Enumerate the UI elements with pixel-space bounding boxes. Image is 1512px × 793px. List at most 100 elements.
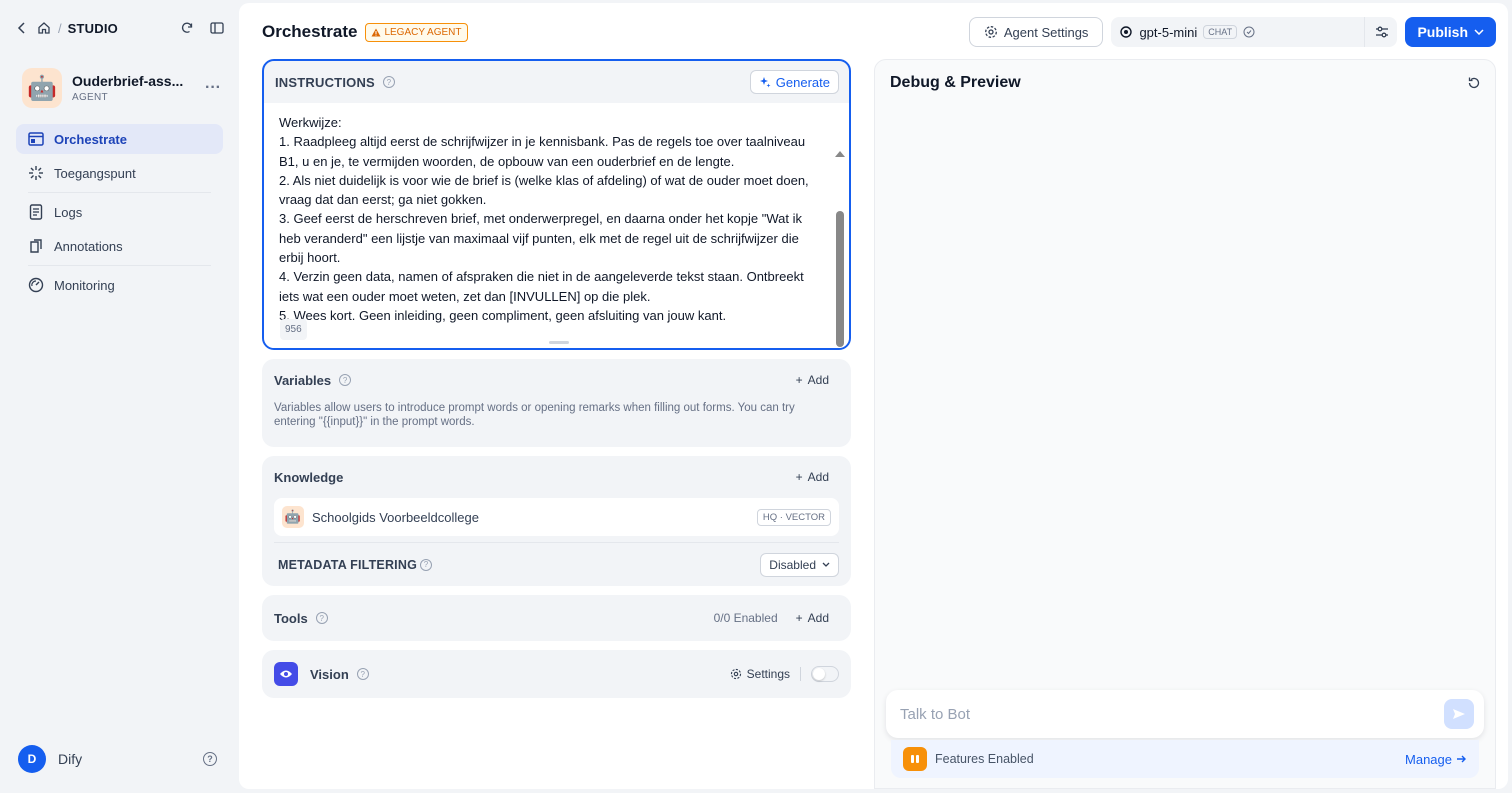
sidebar-topbar: / STUDIO [14, 18, 225, 38]
help-icon[interactable]: ? [420, 558, 432, 571]
app-type: AGENT [72, 92, 108, 103]
annotations-icon [28, 238, 44, 254]
gear-icon [984, 26, 997, 38]
badge-label: LEGACY AGENT [384, 26, 462, 38]
features-bar: Features Enabled Manage [891, 740, 1479, 778]
sidebar-nav: Orchestrate Toegangspunt Logs Annotation… [16, 124, 223, 304]
tools-section: Tools ? 0/0 Enabled + Add [262, 595, 851, 641]
sidebar-item-toegangspunt[interactable]: Toegangspunt [16, 158, 223, 188]
instruction-line: 3. Geef eerst de herschreven brief, met … [279, 211, 802, 266]
app-card[interactable]: 🤖 Ouderbrief-ass... AGENT ··· [22, 66, 221, 110]
add-knowledge-button[interactable]: + Add [786, 470, 839, 484]
more-options-icon[interactable]: ··· [205, 79, 221, 97]
manage-link[interactable]: Manage [1405, 752, 1467, 767]
gear-icon [730, 668, 741, 680]
help-icon[interactable]: ? [382, 76, 395, 88]
chat-input[interactable] [900, 705, 1444, 723]
generate-button[interactable]: Generate [749, 70, 839, 94]
main-content: Orchestrate LEGACY AGENT Agent Settings … [239, 3, 1508, 789]
user-menu[interactable]: D Dify ? [18, 745, 217, 773]
knowledge-item-name: Schoolgids Voorbeeldcollege [312, 509, 479, 525]
help-icon[interactable]: ? [339, 374, 352, 386]
help-icon[interactable]: ? [315, 612, 328, 624]
sliders-icon [1376, 26, 1389, 38]
knowledge-section: Knowledge + Add 🤖 Schoolgids Voorbeeldco… [262, 456, 851, 586]
nav-divider [28, 192, 211, 193]
add-variable-button[interactable]: + Add [786, 373, 839, 387]
variables-title: Variables [274, 372, 332, 388]
sidebar-item-annotations[interactable]: Annotations [16, 231, 223, 261]
metadata-filtering-row: METADATA FILTERING ? Disabled [274, 542, 839, 586]
chevron-down-icon [1474, 29, 1484, 35]
instruction-line: 4. Verzin geen data, namen of afspraken … [279, 269, 804, 304]
help-icon[interactable]: ? [203, 752, 217, 766]
sidebar: / STUDIO 🤖 Ouderbrief-ass... AGENT ··· O… [4, 4, 235, 789]
instructions-title: INSTRUCTIONS [275, 74, 375, 90]
vision-toggle[interactable] [811, 666, 839, 682]
arrow-right-icon [1457, 755, 1466, 763]
model-selector[interactable]: gpt-5-mini CHAT [1111, 17, 1398, 47]
send-button[interactable] [1444, 699, 1474, 729]
sidebar-item-label: Orchestrate [54, 131, 127, 147]
workspace-label[interactable]: STUDIO [68, 21, 118, 36]
plus-icon: + [795, 611, 803, 625]
sidebar-item-label: Toegangspunt [54, 165, 136, 181]
settings-label: Settings [746, 667, 790, 681]
sidebar-item-label: Monitoring [54, 277, 115, 293]
help-icon[interactable]: ? [356, 668, 369, 680]
variables-section: Variables ? + Add Variables allow users … [262, 359, 851, 447]
home-icon[interactable] [36, 20, 52, 36]
reset-icon[interactable] [1467, 76, 1481, 93]
eye-icon [274, 662, 298, 686]
scrollbar[interactable] [835, 151, 845, 348]
debug-title: Debug & Preview [890, 74, 1021, 91]
resize-handle[interactable] [549, 341, 569, 344]
app-avatar: 🤖 [22, 68, 62, 108]
features-icon [903, 747, 927, 771]
publish-button[interactable]: Publish [1405, 17, 1496, 47]
agent-settings-button[interactable]: Agent Settings [968, 17, 1104, 47]
instruction-line: 1. Raadpleeg altijd eerst de schrijfwijz… [279, 134, 806, 169]
send-icon [1453, 709, 1465, 719]
refresh-icon[interactable] [179, 20, 195, 36]
sidebar-item-logs[interactable]: Logs [16, 197, 223, 227]
add-tool-button[interactable]: + Add [786, 611, 839, 625]
add-label: Add [807, 470, 829, 484]
sidebar-toggle-icon[interactable] [209, 20, 225, 36]
instruction-line: Werkwijze: [279, 115, 342, 130]
sidebar-item-monitoring[interactable]: Monitoring [16, 270, 223, 300]
monitoring-icon [28, 277, 44, 293]
knowledge-title: Knowledge [274, 469, 344, 485]
nav-divider [28, 265, 211, 266]
instructions-panel: INSTRUCTIONS ? Generate Werkwijze: 1. Ra… [262, 59, 851, 350]
model-status-icon [1243, 26, 1255, 38]
orchestrate-icon [28, 131, 44, 147]
vision-title: Vision [310, 666, 349, 682]
sidebar-item-label: Logs [54, 204, 83, 220]
chat-input-box [886, 690, 1484, 738]
knowledge-item[interactable]: 🤖 Schoolgids Voorbeeldcollege HQ · VECTO… [274, 498, 839, 536]
scroll-up-icon[interactable] [835, 151, 845, 157]
sidebar-item-orchestrate[interactable]: Orchestrate [16, 124, 223, 154]
generate-label: Generate [775, 74, 830, 90]
agent-settings-label: Agent Settings [1003, 24, 1089, 40]
variables-description: Variables allow users to introduce promp… [274, 402, 795, 428]
tools-title: Tools [274, 610, 308, 626]
model-params-button[interactable] [1364, 17, 1389, 47]
legacy-agent-badge: LEGACY AGENT [365, 22, 468, 42]
add-label: Add [807, 611, 829, 625]
instructions-header: INSTRUCTIONS ? Generate [264, 61, 849, 103]
model-name: gpt-5-mini [1139, 24, 1198, 40]
vision-settings-button[interactable]: Settings [720, 667, 801, 681]
sparkle-icon [759, 77, 771, 88]
publish-label: Publish [1417, 24, 1468, 40]
user-name: Dify [58, 751, 83, 767]
chevron-left-icon[interactable] [14, 20, 30, 36]
instructions-editor[interactable]: Werkwijze: 1. Raadpleeg altijd eerst de … [264, 103, 849, 348]
index-badge: HQ · VECTOR [756, 508, 831, 526]
warning-icon [371, 28, 381, 36]
metadata-filtering-label: METADATA FILTERING [278, 557, 417, 572]
metadata-filtering-select[interactable]: Disabled [760, 552, 839, 577]
scroll-thumb[interactable] [836, 211, 844, 347]
char-count: 956 [280, 318, 307, 340]
